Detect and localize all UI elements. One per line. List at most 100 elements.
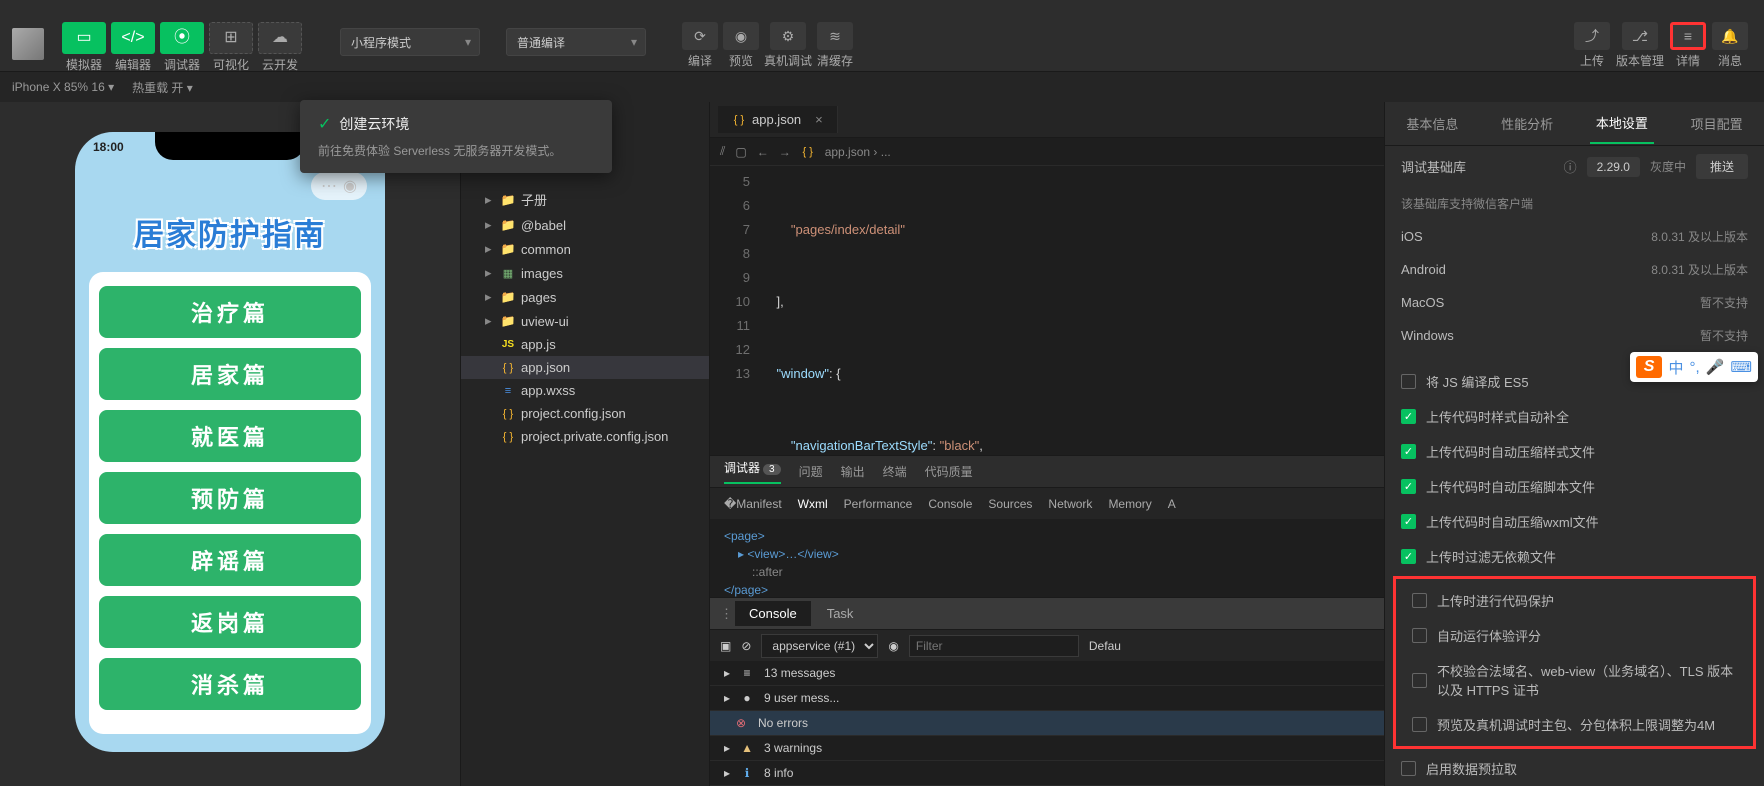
ime-punct-icon[interactable]: °, bbox=[1689, 359, 1699, 376]
tree-item[interactable]: ▸📁pages bbox=[461, 285, 709, 309]
setting-checkbox-row[interactable]: 启用数据预拉取 bbox=[1385, 751, 1764, 786]
compile-button[interactable]: ⟳ bbox=[682, 22, 718, 50]
setting-checkbox-row[interactable]: ✓上传代码时样式自动补全 bbox=[1385, 399, 1764, 434]
detail-button[interactable]: ≡ bbox=[1670, 22, 1706, 50]
checkbox-icon[interactable] bbox=[1412, 628, 1427, 643]
context-select[interactable]: appservice (#1) bbox=[761, 634, 878, 658]
checkbox-icon[interactable] bbox=[1412, 593, 1427, 608]
code-editor[interactable]: "pages/index/detail" ], "window": { "nav… bbox=[762, 166, 1384, 455]
checkbox-icon[interactable] bbox=[1401, 761, 1416, 776]
phone-menu-item[interactable]: 就医篇 bbox=[99, 410, 361, 462]
tab-terminal[interactable]: 终端 bbox=[883, 463, 907, 480]
split-editor-icon[interactable]: ⫽ bbox=[720, 144, 725, 159]
phone-menu-item[interactable]: 返岗篇 bbox=[99, 596, 361, 648]
capsule-button[interactable]: ⋯◉ bbox=[311, 172, 367, 200]
setting-checkbox-row[interactable]: ✓上传代码时自动压缩样式文件 bbox=[1385, 434, 1764, 469]
tab-quality[interactable]: 代码质量 bbox=[925, 463, 973, 480]
tree-item[interactable]: ▸📁common bbox=[461, 237, 709, 261]
debugger-toggle[interactable]: ⦿ bbox=[160, 22, 204, 54]
cloud-toggle[interactable]: ☁ bbox=[258, 22, 302, 54]
visualize-toggle[interactable]: ⊞ bbox=[209, 22, 253, 54]
tree-item[interactable]: ≡app.wxss bbox=[461, 379, 709, 402]
phone-menu-item[interactable]: 辟谣篇 bbox=[99, 534, 361, 586]
checkbox-icon[interactable]: ✓ bbox=[1401, 549, 1416, 564]
msg-row-user[interactable]: ▸●9 user mess... bbox=[710, 686, 1384, 711]
tab-basic-info[interactable]: 基本信息 bbox=[1400, 104, 1464, 143]
checkbox-icon[interactable]: ✓ bbox=[1401, 479, 1416, 494]
version-button[interactable]: ⎇ bbox=[1622, 22, 1658, 50]
level-dropdown[interactable]: Defau bbox=[1089, 639, 1121, 653]
panel-network[interactable]: Network bbox=[1048, 497, 1092, 511]
user-avatar[interactable] bbox=[12, 28, 44, 60]
tab-perf[interactable]: 性能分析 bbox=[1495, 104, 1559, 143]
tree-item[interactable]: { }app.json bbox=[461, 356, 709, 379]
tree-item[interactable]: ▸📁uview-ui bbox=[461, 309, 709, 333]
tree-item[interactable]: ▸📁子册 bbox=[461, 186, 709, 213]
phone-menu-item[interactable]: 消杀篇 bbox=[99, 658, 361, 710]
tab-problems[interactable]: 问题 bbox=[799, 463, 823, 480]
breadcrumb-path[interactable]: app.json › ... bbox=[825, 145, 891, 159]
baselib-version[interactable]: 2.29.0 bbox=[1587, 157, 1640, 177]
panel-sources[interactable]: Sources bbox=[988, 497, 1032, 511]
tab-project-config[interactable]: 项目配置 bbox=[1685, 104, 1749, 143]
dom-tree[interactable]: <page> ▸ <view>…</view> ::after </page> bbox=[710, 519, 1384, 597]
clearcache-button[interactable]: ≋ bbox=[817, 22, 853, 50]
checkbox-icon[interactable]: ✓ bbox=[1401, 409, 1416, 424]
msg-row-warnings[interactable]: ▸▲3 warnings bbox=[710, 736, 1384, 761]
nav-back-icon[interactable]: ← bbox=[757, 145, 769, 159]
setting-checkbox-row[interactable]: 预览及真机调试时主包、分包体积上限调整为4M bbox=[1396, 707, 1753, 742]
tree-item[interactable]: { }project.private.config.json bbox=[461, 425, 709, 448]
msg-row-all[interactable]: ▸≡13 messages bbox=[710, 661, 1384, 686]
setting-checkbox-row[interactable]: 自动运行体验评分 bbox=[1396, 618, 1753, 653]
tab-local-settings[interactable]: 本地设置 bbox=[1590, 103, 1654, 144]
setting-checkbox-row[interactable]: ✓上传代码时自动压缩脚本文件 bbox=[1385, 469, 1764, 504]
console-menu-icon[interactable]: ⋮ bbox=[720, 606, 733, 622]
sidebar-toggle-icon[interactable]: ▣ bbox=[720, 639, 731, 653]
device-selector[interactable]: iPhone X 85% 16 ▾ bbox=[12, 80, 114, 94]
setting-checkbox-row[interactable]: ✓上传代码时自动压缩wxml文件 bbox=[1385, 504, 1764, 539]
msg-row-errors[interactable]: ⊗No errors bbox=[710, 711, 1384, 736]
message-button[interactable]: 🔔 bbox=[1712, 22, 1748, 50]
phone-menu-item[interactable]: 居家篇 bbox=[99, 348, 361, 400]
tree-item[interactable]: JSapp.js bbox=[461, 333, 709, 356]
tree-item[interactable]: ▸📁@babel bbox=[461, 213, 709, 237]
push-button[interactable]: 推送 bbox=[1696, 154, 1748, 179]
panel-console[interactable]: Console bbox=[928, 497, 972, 511]
simulator-toggle[interactable]: ▭ bbox=[62, 22, 106, 54]
tab-debugger[interactable]: 调试器3 bbox=[724, 459, 781, 484]
filter-input[interactable] bbox=[909, 635, 1079, 657]
editor-tab-appjson[interactable]: { } app.json × bbox=[718, 106, 838, 133]
mode-dropdown[interactable]: 小程序模式 bbox=[340, 28, 480, 56]
close-tab-icon[interactable]: × bbox=[815, 112, 823, 127]
inspect-icon[interactable]: �Manifest bbox=[724, 497, 782, 511]
tab-output[interactable]: 输出 bbox=[841, 463, 865, 480]
task-tab[interactable]: Task bbox=[813, 601, 868, 626]
keyboard-icon[interactable]: ⌨ bbox=[1730, 358, 1752, 376]
checkbox-icon[interactable]: ✓ bbox=[1401, 444, 1416, 459]
compile-dropdown[interactable]: 普通编译 bbox=[506, 28, 646, 56]
setting-checkbox-row[interactable]: 上传时进行代码保护 bbox=[1396, 583, 1753, 618]
mic-icon[interactable]: 🎤 bbox=[1706, 358, 1725, 376]
panel-memory[interactable]: Memory bbox=[1108, 497, 1151, 511]
realdebug-button[interactable]: ⚙ bbox=[770, 22, 806, 50]
panel-app[interactable]: A bbox=[1168, 497, 1176, 511]
setting-checkbox-row[interactable]: ✓上传时过滤无依赖文件 bbox=[1385, 539, 1764, 574]
checkbox-icon[interactable] bbox=[1401, 374, 1416, 389]
bookmark-icon[interactable]: ▢ bbox=[735, 145, 746, 159]
tree-item[interactable]: ▸▦images bbox=[461, 261, 709, 285]
setting-checkbox-row[interactable]: 不校验合法域名、web-view（业务域名）、TLS 版本以及 HTTPS 证书 bbox=[1396, 653, 1753, 707]
ime-toolbar[interactable]: S 中 °, 🎤 ⌨ bbox=[1630, 352, 1758, 382]
phone-menu-item[interactable]: 治疗篇 bbox=[99, 286, 361, 338]
upload-button[interactable]: ⤴ bbox=[1574, 22, 1610, 50]
checkbox-icon[interactable] bbox=[1412, 717, 1427, 732]
panel-wxml[interactable]: Wxml bbox=[798, 497, 828, 511]
console-tab[interactable]: Console bbox=[735, 601, 811, 626]
checkbox-icon[interactable] bbox=[1412, 673, 1427, 688]
msg-row-info[interactable]: ▸ℹ8 info bbox=[710, 761, 1384, 786]
nav-fwd-icon[interactable]: → bbox=[779, 145, 791, 159]
editor-toggle[interactable]: </> bbox=[111, 22, 155, 54]
reload-toggle[interactable]: 热重载 开 ▾ bbox=[132, 79, 193, 96]
checkbox-icon[interactable]: ✓ bbox=[1401, 514, 1416, 529]
eye-icon[interactable]: ◉ bbox=[888, 639, 898, 653]
clear-console-icon[interactable]: ⊘ bbox=[741, 639, 751, 653]
